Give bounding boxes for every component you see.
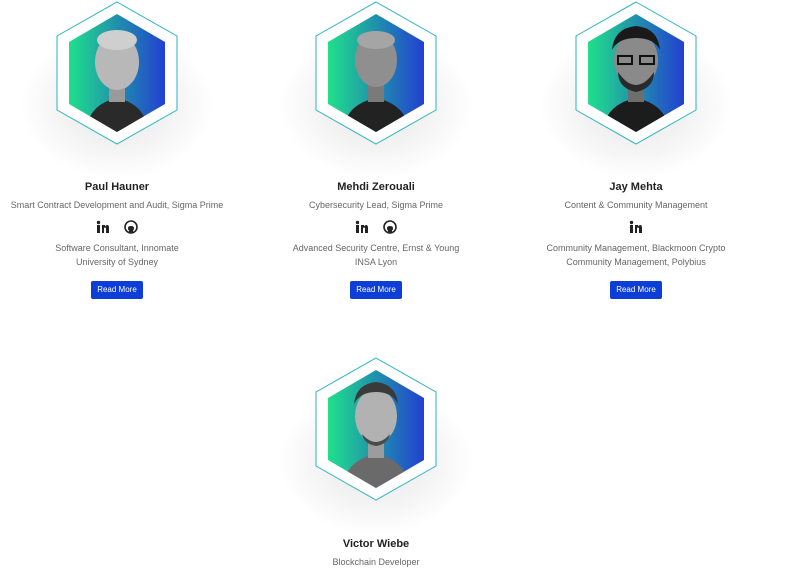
profile-photo-frame [538, 0, 734, 180]
bio-line: Advanced Security Centre, Ernst & Young [292, 243, 460, 253]
member-name: Jay Mehta [609, 181, 663, 193]
read-more-button[interactable]: Read More [610, 281, 662, 299]
linkedin-icon[interactable] [96, 220, 110, 234]
bio-line: University of Sydney [75, 257, 159, 267]
member-name: Paul Hauner [84, 181, 150, 193]
hexagon-avatar [315, 1, 437, 145]
hexagon-avatar [315, 357, 437, 501]
hexagon-avatar [56, 1, 178, 145]
member-name: Victor Wiebe [342, 538, 410, 550]
member-role: Cybersecurity Lead, Sigma Prime [308, 200, 444, 210]
member-bio: Community Management, Blackmoon Crypto C… [506, 241, 766, 269]
github-icon[interactable] [124, 220, 138, 234]
github-icon[interactable] [383, 220, 397, 234]
bio-line: INSA Lyon [354, 257, 398, 267]
hexagon-avatar [575, 1, 697, 145]
profile-photo-frame [278, 0, 474, 180]
bio-line: Community Management, Blackmoon Crypto [546, 243, 726, 253]
profile-photo-frame [278, 356, 474, 536]
member-role: Blockchain Developer [332, 557, 420, 567]
member-bio: Software Consultant, Innomate University… [0, 241, 247, 269]
bio-line: Community Management, Polybius [566, 257, 706, 267]
linkedin-icon[interactable] [355, 220, 369, 234]
member-role: Content & Community Management [564, 200, 708, 210]
linkedin-icon[interactable] [629, 220, 643, 234]
member-bio: Advanced Security Centre, Ernst & Young … [246, 241, 506, 269]
read-more-button[interactable]: Read More [91, 281, 143, 299]
profile-photo-frame [19, 0, 215, 180]
member-role: Smart Contract Development and Audit, Si… [10, 200, 224, 210]
member-name: Mehdi Zerouali [337, 181, 415, 193]
read-more-button[interactable]: Read More [350, 281, 402, 299]
bio-line: Software Consultant, Innomate [55, 243, 179, 253]
